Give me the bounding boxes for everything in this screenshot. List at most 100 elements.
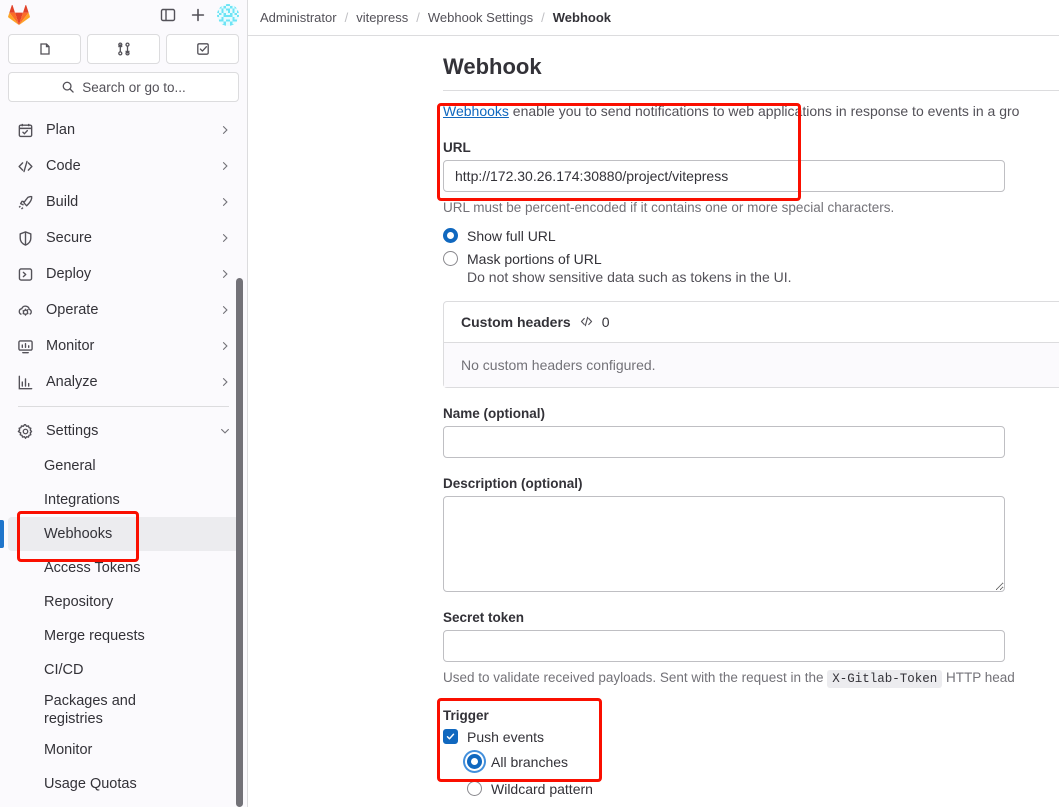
url-label: URL xyxy=(443,140,471,155)
webhook-form: Webhook Webhooks enable you to send noti… xyxy=(248,54,1059,797)
sidebar-item-monitor-settings[interactable]: Monitor xyxy=(8,733,239,767)
sidebar-item-repository[interactable]: Repository xyxy=(8,585,239,619)
custom-headers-header: Custom headers 0 xyxy=(444,302,1059,343)
radio-button-icon[interactable] xyxy=(443,228,458,244)
name-input[interactable] xyxy=(443,425,1005,458)
gear-icon xyxy=(16,422,34,440)
deploy-icon xyxy=(16,265,34,283)
sidebar-subitem-label: Access Tokens xyxy=(44,559,141,576)
monitor-icon xyxy=(16,337,34,355)
breadcrumb-separator: / xyxy=(344,10,349,25)
intro-text: Webhooks enable you to send notification… xyxy=(443,101,1059,122)
chevron-down-icon xyxy=(219,425,231,437)
secret-token-label: Secret token xyxy=(443,609,525,625)
radio-all-branches[interactable]: All branches xyxy=(467,754,1059,770)
checkbox-checked-icon[interactable] xyxy=(443,729,458,745)
chevron-right-icon xyxy=(219,340,231,352)
sidebar-subitem-label: General xyxy=(44,457,96,474)
sidebar-item-label: Code xyxy=(46,158,81,174)
description-textarea[interactable] xyxy=(443,495,1005,592)
radio-button-icon[interactable] xyxy=(467,754,482,770)
sidebar-item-code[interactable]: Code xyxy=(8,148,239,184)
breadcrumb: Administrator / vitepress / Webhook Sett… xyxy=(248,0,1059,36)
toggle-sidebar-icon[interactable] xyxy=(155,2,181,28)
sidebar-item-secure[interactable]: Secure xyxy=(8,220,239,256)
breadcrumb-item-vitepress[interactable]: vitepress xyxy=(356,10,408,25)
sidebar-item-label: Secure xyxy=(46,230,92,246)
chevron-right-icon xyxy=(219,376,231,388)
radio-button-icon[interactable] xyxy=(443,251,458,267)
radio-label: Wildcard pattern xyxy=(491,780,593,797)
plus-icon[interactable] xyxy=(185,2,211,28)
sidebar-item-label: Operate xyxy=(46,302,99,318)
sidebar-item-monitor[interactable]: Monitor xyxy=(8,328,239,364)
sidebar-quick-actions xyxy=(0,30,247,70)
radio-label: Mask portions of URL xyxy=(467,250,602,267)
sidebar-subitem-label: CI/CD xyxy=(44,661,84,678)
sidebar-item-packages-and-registries[interactable]: Packages and registries xyxy=(8,687,239,733)
radio-button-icon[interactable] xyxy=(467,781,482,797)
gitlab-webhook-page: Search or go to... Plan Code Build Secur… xyxy=(0,0,1059,807)
name-field-group: Name (optional) xyxy=(443,406,1059,458)
sidebar-item-usage-quotas[interactable]: Usage Quotas xyxy=(8,767,239,801)
trigger-section: Trigger Push events All branches Wildcar xyxy=(443,708,1059,797)
gitlab-logo-icon[interactable] xyxy=(6,2,32,28)
sidebar-subitem-label: Packages and registries xyxy=(44,693,136,728)
secret-help-after: HTTP head xyxy=(942,669,1015,685)
url-input[interactable] xyxy=(443,160,1005,192)
sidebar-subitem-label: Integrations xyxy=(44,491,120,508)
sidebar-item-access-tokens[interactable]: Access Tokens xyxy=(8,551,239,585)
sidebar-item-cicd[interactable]: CI/CD xyxy=(8,653,239,687)
webhooks-doc-link[interactable]: Webhooks xyxy=(443,103,509,119)
mask-url-help-text: Do not show sensitive data such as token… xyxy=(467,268,792,285)
cloud-gear-icon xyxy=(16,301,34,319)
radio-show-full-url[interactable]: Show full URL xyxy=(443,228,1059,244)
title-rule xyxy=(443,90,1059,91)
sidebar-item-build[interactable]: Build xyxy=(8,184,239,220)
sidebar-subitem-label: Repository xyxy=(44,593,114,610)
radio-wildcard-pattern[interactable]: Wildcard pattern xyxy=(467,781,1059,797)
issues-icon[interactable] xyxy=(8,34,81,64)
breadcrumb-item-webhook-settings[interactable]: Webhook Settings xyxy=(428,10,533,25)
breadcrumb-separator: / xyxy=(541,10,545,25)
chevron-right-icon xyxy=(219,232,231,244)
sidebar-item-settings[interactable]: Settings xyxy=(8,413,239,449)
sidebar-subitem-label: Webhooks xyxy=(44,525,113,542)
checkbox-label: Push events xyxy=(467,728,545,745)
custom-headers-count: 0 xyxy=(601,313,610,330)
sidebar-item-label: Monitor xyxy=(46,338,95,354)
url-field-group: URL URL must be percent-encoded if it co… xyxy=(443,140,1059,218)
sidebar-top-bar xyxy=(0,0,247,30)
sidebar-item-label: Build xyxy=(46,194,79,210)
custom-headers-panel: Custom headers 0 No custom headers confi… xyxy=(443,300,1059,388)
search-placeholder: Search or go to... xyxy=(82,79,186,95)
checkbox-push-events[interactable]: Push events xyxy=(443,729,1059,745)
sidebar-scrollbar[interactable] xyxy=(236,278,243,807)
breadcrumb-item-administrator[interactable]: Administrator xyxy=(260,10,337,25)
custom-headers-empty-text: No custom headers configured. xyxy=(444,342,1059,387)
sidebar-item-integrations[interactable]: Integrations xyxy=(8,483,239,517)
avatar[interactable] xyxy=(217,4,239,26)
sidebar-item-label: Settings xyxy=(46,423,99,439)
chevron-right-icon xyxy=(219,304,231,316)
todo-list-icon[interactable] xyxy=(166,34,239,64)
search-input[interactable]: Search or go to... xyxy=(8,72,239,102)
sidebar-item-analyze[interactable]: Analyze xyxy=(8,364,239,400)
custom-headers-title: Custom headers xyxy=(461,313,571,330)
merge-requests-icon[interactable] xyxy=(87,34,160,64)
active-indicator-bar xyxy=(0,520,4,548)
page-title: Webhook xyxy=(443,54,542,79)
secret-token-input[interactable] xyxy=(443,629,1005,662)
code-icon xyxy=(16,157,34,175)
radio-mask-portions-of-url[interactable]: Mask portions of URL xyxy=(443,251,1059,267)
radio-label: Show full URL xyxy=(467,227,556,244)
radio-label: All branches xyxy=(491,753,569,770)
sidebar-subitem-label: Merge requests xyxy=(44,627,145,644)
sidebar-item-operate[interactable]: Operate xyxy=(8,292,239,328)
breadcrumb-separator: / xyxy=(416,10,420,25)
sidebar-item-plan[interactable]: Plan xyxy=(8,112,239,148)
sidebar-item-general[interactable]: General xyxy=(8,449,239,483)
sidebar-item-webhooks[interactable]: Webhooks xyxy=(0,517,239,551)
sidebar-item-deploy[interactable]: Deploy xyxy=(8,256,239,292)
sidebar-item-merge-requests[interactable]: Merge requests xyxy=(8,619,239,653)
